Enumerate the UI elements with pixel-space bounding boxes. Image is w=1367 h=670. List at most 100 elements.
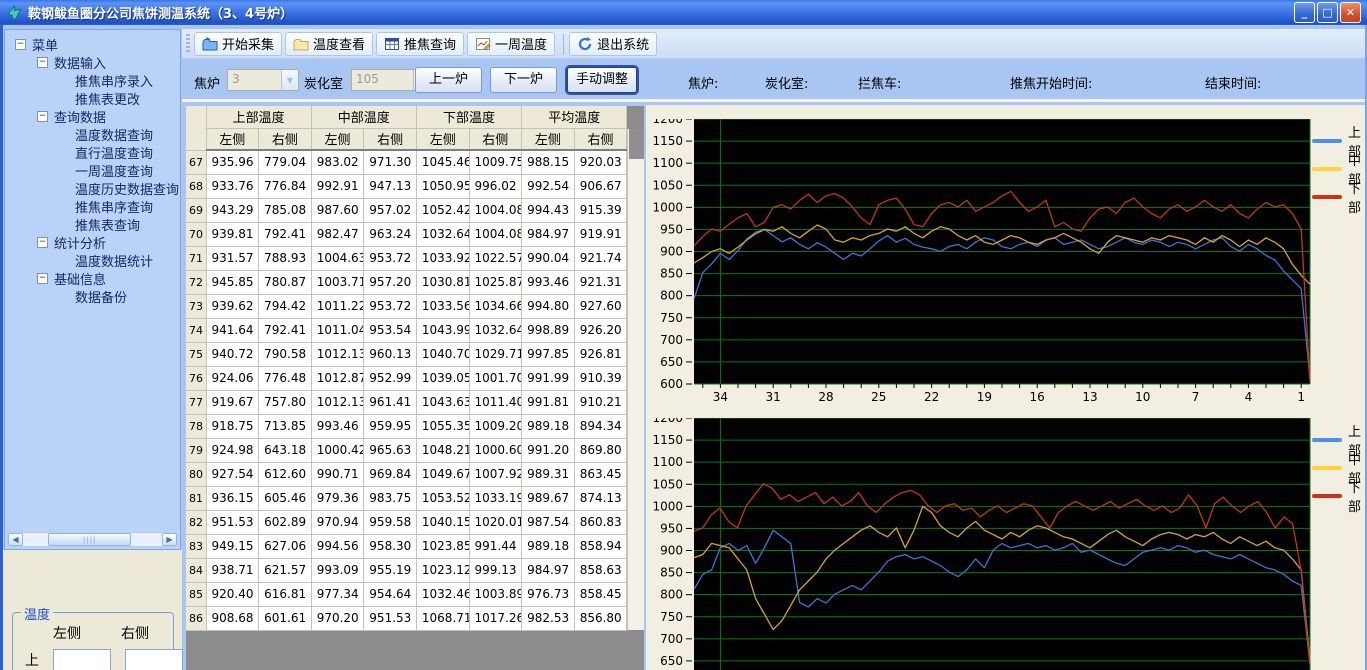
info-end-time-label: 结束时间:: [1205, 73, 1261, 92]
tree-item[interactable]: −基础信息: [5, 269, 180, 287]
tree-item[interactable]: 直行温度查询: [5, 143, 180, 161]
tree-item-label: 推焦串序录入: [75, 71, 153, 90]
table-row[interactable]: 77919.67757.801012.13961.411043.631011.4…: [186, 390, 627, 414]
row-number: 85: [186, 582, 206, 606]
next-oven-button[interactable]: 下一炉: [490, 67, 557, 93]
toolbar-button-label: 温度查看: [313, 34, 365, 53]
toolbar-button-grid[interactable]: 推焦查询: [376, 32, 464, 56]
temperature-cell: 910.21: [574, 390, 627, 414]
table-row[interactable]: 83949.15627.06994.56958.301023.85991.449…: [186, 534, 627, 558]
temperature-cell: 1012.13: [311, 390, 364, 414]
tree-item[interactable]: 温度数据查询: [5, 125, 180, 143]
legend-line-icon: [1312, 195, 1342, 199]
scrollbar-thumb[interactable]: [629, 129, 644, 159]
toolbar-button-circular-arrow[interactable]: 退出系统: [569, 32, 657, 56]
minimize-button[interactable]: _: [1294, 2, 1315, 23]
scrollbar-track[interactable]: ||||: [23, 533, 162, 546]
scroll-right-icon[interactable]: ▶: [162, 533, 177, 546]
table-row[interactable]: 76924.06776.481012.87952.991039.051001.7…: [186, 366, 627, 390]
close-button[interactable]: ✕: [1340, 2, 1361, 23]
tree-item[interactable]: 数据备份: [5, 287, 180, 305]
table-vertical-scrollbar[interactable]: [627, 129, 644, 630]
temperature-cell: 994.43: [522, 198, 575, 222]
svg-text:28: 28: [818, 390, 833, 404]
maximize-button[interactable]: □: [1317, 2, 1338, 23]
table-row[interactable]: 72945.85780.871003.71957.201030.811025.8…: [186, 270, 627, 294]
svg-text:10: 10: [1135, 390, 1150, 404]
temperature-cell: 894.34: [574, 414, 627, 438]
svg-text:750: 750: [660, 610, 683, 624]
row-number: 70: [186, 222, 206, 246]
oven-combo[interactable]: 3 ▼: [227, 69, 299, 91]
tree-item[interactable]: 温度数据统计: [5, 251, 180, 269]
temperature-cell: 1030.81: [416, 270, 469, 294]
tree-collapse-icon[interactable]: −: [37, 57, 48, 68]
tree-item[interactable]: 温度历史数据查询: [5, 179, 180, 197]
tree-item[interactable]: −菜单: [5, 35, 180, 53]
tree-collapse-icon[interactable]: −: [37, 111, 48, 122]
tree-item[interactable]: 推焦串序录入: [5, 71, 180, 89]
temperature-cell: 938.71: [206, 558, 259, 582]
manual-adjust-button[interactable]: 手动调整: [567, 67, 637, 93]
table-row[interactable]: 74941.64792.411011.04953.541043.991032.6…: [186, 318, 627, 342]
toolbar-button-folder-blue[interactable]: 开始采集: [194, 32, 282, 56]
toolbar-button-chart-pencil[interactable]: 一周温度: [467, 32, 555, 56]
chevron-down-icon[interactable]: ▼: [281, 70, 298, 90]
table-row[interactable]: 84938.71621.57993.09955.191023.12999.139…: [186, 558, 627, 582]
table-row[interactable]: 71931.57788.931004.63953.721033.921022.5…: [186, 246, 627, 270]
scrollbar-thumb[interactable]: ||||: [48, 533, 131, 546]
table-row[interactable]: 82951.53602.89970.94959.581040.151020.01…: [186, 510, 627, 534]
table-row[interactable]: 73939.62794.421011.22953.721033.561034.6…: [186, 294, 627, 318]
table-row[interactable]: 86908.68601.61970.20951.531068.711017.26…: [186, 606, 627, 630]
svg-text:7: 7: [1192, 390, 1200, 404]
tree-item[interactable]: 一周温度查询: [5, 161, 180, 179]
prev-oven-button[interactable]: 上一炉: [415, 67, 482, 93]
toolbar-grip[interactable]: [186, 34, 190, 54]
table-row[interactable]: 80927.54612.60990.71969.841049.671007.92…: [186, 462, 627, 486]
temperature-cell: 1000.60: [469, 438, 522, 462]
table-row[interactable]: 67935.96779.04983.02971.301045.461009.75…: [186, 150, 627, 174]
toolbar-button-folder-yellow[interactable]: 温度查看: [285, 32, 373, 56]
temperature-cell: 1023.12: [416, 558, 469, 582]
window-frame-left: [0, 25, 3, 670]
info-chamber-label: 炭化室:: [765, 73, 808, 92]
tree-item[interactable]: −数据输入: [5, 53, 180, 71]
table-row[interactable]: 68933.76776.84992.91947.131050.95996.029…: [186, 174, 627, 198]
temperature-cell: 794.42: [259, 294, 312, 318]
temperature-cell: 947.13: [364, 174, 417, 198]
table-row[interactable]: 81936.15605.46979.36983.751053.521033.19…: [186, 486, 627, 510]
row-number: 75: [186, 342, 206, 366]
toolbar-button-label: 一周温度: [495, 34, 547, 53]
temperature-cell: 927.54: [206, 462, 259, 486]
tree-item[interactable]: −统计分析: [5, 233, 180, 251]
tree-collapse-icon[interactable]: −: [37, 273, 48, 284]
svg-text:1050: 1050: [652, 178, 683, 192]
temperature-cell: 993.09: [311, 558, 364, 582]
temperature-cell: 1032.64: [469, 318, 522, 342]
temperature-cell: 643.18: [259, 438, 312, 462]
row-number: 80: [186, 462, 206, 486]
temperature-cell: 1007.92: [469, 462, 522, 486]
chart-pencil-icon: [475, 36, 491, 52]
table-row[interactable]: 70939.81792.41982.47963.241032.641004.08…: [186, 222, 627, 246]
tree-item[interactable]: 推焦串序查询: [5, 197, 180, 215]
tree-horizontal-scrollbar[interactable]: ◀ |||| ▶: [7, 532, 178, 547]
temperature-cell: 976.73: [522, 582, 575, 606]
table-row[interactable]: 85920.40616.81977.34954.641032.461003.89…: [186, 582, 627, 606]
tree-item[interactable]: 推焦表查询: [5, 215, 180, 233]
tree-collapse-icon[interactable]: −: [37, 237, 48, 248]
temp-right-input[interactable]: [125, 649, 183, 670]
temperature-cell: 1043.99: [416, 318, 469, 342]
tree-collapse-icon[interactable]: −: [15, 39, 26, 50]
table-row[interactable]: 79924.98643.181000.42965.631048.211000.6…: [186, 438, 627, 462]
temperature-cell: 1040.70: [416, 342, 469, 366]
toolbar-button-label: 退出系统: [597, 34, 649, 53]
tree-item[interactable]: 推焦表更改: [5, 89, 180, 107]
table-row[interactable]: 75940.72790.581012.13960.131040.701029.7…: [186, 342, 627, 366]
table-row[interactable]: 78918.75713.85993.46959.951055.351009.20…: [186, 414, 627, 438]
table-row[interactable]: 69943.29785.08987.60957.021052.421004.08…: [186, 198, 627, 222]
temperature-cell: 1011.22: [311, 294, 364, 318]
scroll-left-icon[interactable]: ◀: [8, 533, 23, 546]
tree-item[interactable]: −查询数据: [5, 107, 180, 125]
temp-left-input[interactable]: [53, 649, 111, 670]
